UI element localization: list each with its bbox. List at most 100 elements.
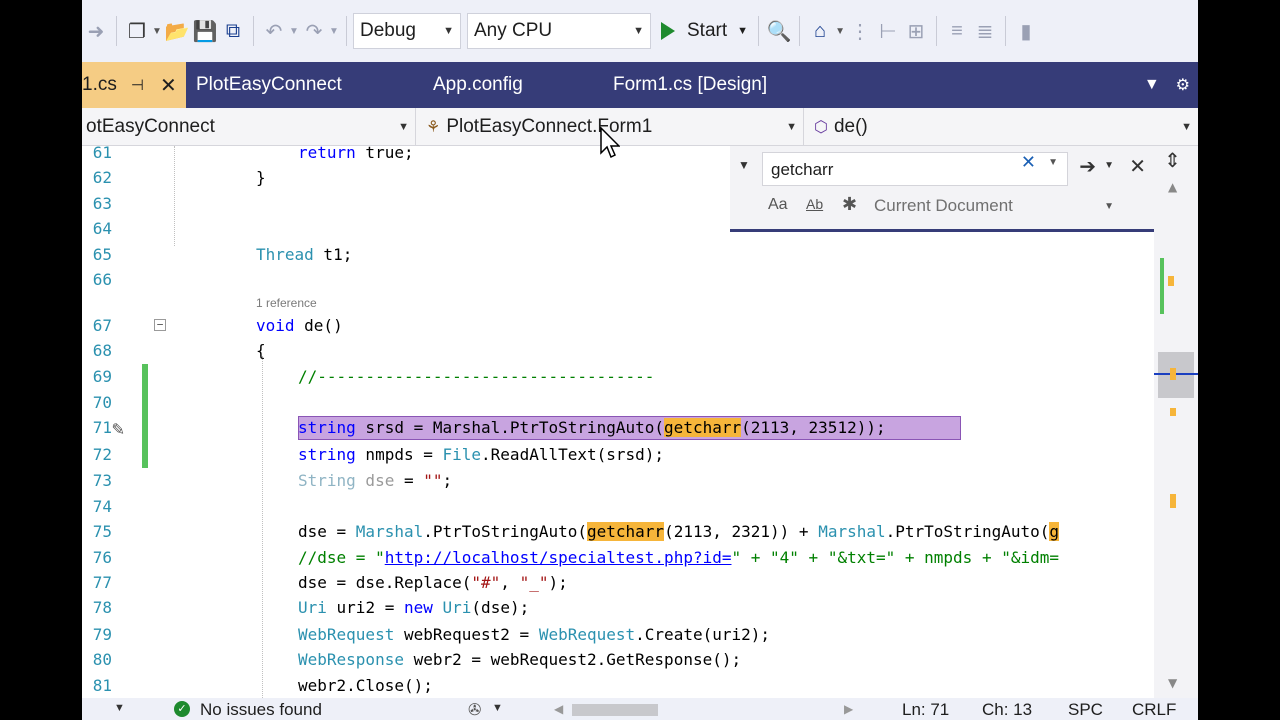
align-left-icon[interactable]: ⊢: [874, 16, 902, 46]
save-icon[interactable]: 💾: [191, 16, 219, 46]
regex-icon[interactable]: ✱: [842, 194, 857, 215]
whole-word-toggle[interactable]: Ab: [806, 196, 823, 212]
new-item-icon[interactable]: ❐: [123, 16, 151, 46]
code-text: =: [394, 471, 424, 490]
scroll-down-icon[interactable]: ▼: [1168, 676, 1177, 690]
find-in-files-icon[interactable]: 🔍: [765, 16, 793, 46]
search-history-dropdown[interactable]: ▼: [1048, 157, 1058, 168]
chevron-down-icon[interactable]: ▼: [151, 26, 163, 37]
navigate-forward-icon[interactable]: ➜: [82, 16, 110, 46]
undo-icon[interactable]: ↶: [260, 16, 288, 46]
check-icon: ✓: [174, 701, 190, 717]
browser-link-icon[interactable]: ⌂: [806, 16, 834, 46]
line-number: 75: [92, 522, 112, 541]
chevron-down-icon[interactable]: ▼: [328, 26, 340, 37]
solution-platform-dropdown[interactable]: Any CPU ▼: [467, 13, 651, 49]
type-name: WebRequest: [298, 625, 395, 644]
scroll-left-icon[interactable]: ◀: [554, 702, 563, 716]
code-line-77: dse = dse.Replace("#", "_");: [298, 570, 568, 595]
search-scope-dropdown[interactable]: Current Document: [874, 196, 1013, 216]
code-text: .Create(uri2);: [635, 625, 771, 644]
keyword: string: [298, 418, 356, 437]
split-editor-icon[interactable]: ⇕: [1164, 148, 1181, 172]
tab-app-config[interactable]: App.config: [423, 62, 603, 108]
issues-status[interactable]: No issues found: [200, 700, 322, 720]
horizontal-scroll-thumb[interactable]: [572, 704, 658, 716]
chevron-down-icon[interactable]: ▼: [288, 26, 300, 37]
tab-form1-design[interactable]: Form1.cs [Design]: [603, 62, 843, 108]
code-text: (2113, 2321)) +: [664, 522, 819, 541]
tab-form1-cs[interactable]: 1.cs ⊣ ✕: [82, 62, 186, 108]
chevron-down-icon[interactable]: ▼: [1104, 201, 1114, 212]
code-text: .PtrToStringAuto(: [885, 522, 1050, 541]
code-line-65: Thread t1;: [256, 242, 352, 267]
search-overview-marker: [1168, 276, 1174, 286]
line-number: 72: [92, 445, 112, 464]
code-line-69: //-----------------------------------: [298, 364, 654, 389]
zoom-dropdown[interactable]: ▼: [114, 702, 125, 714]
start-label: Start: [687, 20, 728, 41]
line-ending-mode[interactable]: CRLF: [1132, 700, 1176, 720]
close-icon[interactable]: ✕: [1129, 154, 1146, 179]
line-number: 73: [92, 471, 112, 490]
toolbar-separator: [253, 16, 254, 46]
toggle-replace-icon[interactable]: ▼: [738, 158, 750, 172]
scroll-right-icon[interactable]: ▶: [844, 702, 853, 716]
code-line-75: dse = Marshal.PtrToStringAuto(getcharr(2…: [298, 519, 1060, 544]
match-case-toggle[interactable]: Aa: [768, 196, 788, 214]
save-all-icon[interactable]: ⧉: [219, 16, 247, 46]
quick-actions-icon[interactable]: ✎: [112, 416, 124, 440]
scroll-thumb[interactable]: [1158, 352, 1194, 398]
redo-icon[interactable]: ↷: [300, 16, 328, 46]
start-debugging-button[interactable]: Start ▼: [657, 20, 752, 42]
gear-icon[interactable]: ⚙: [1168, 62, 1198, 108]
toolbar-separator: [1005, 16, 1007, 46]
pin-icon[interactable]: ⊣: [131, 76, 144, 94]
line-number: 81: [92, 676, 112, 695]
find-options-dropdown[interactable]: ▼: [1104, 160, 1114, 171]
type-name: WebRequest: [538, 625, 636, 644]
comment-out-icon[interactable]: ≡: [943, 16, 971, 46]
code-text: nmpds =: [355, 445, 443, 464]
code-text: dse = dse.Replace(: [298, 573, 472, 592]
uncomment-icon[interactable]: ≣: [971, 16, 999, 46]
collapse-region-icon[interactable]: −: [154, 319, 166, 331]
align-center-icon[interactable]: ⊞: [902, 16, 930, 46]
bookmark-icon[interactable]: ▮: [1012, 16, 1040, 46]
line-number: 70: [92, 393, 112, 412]
chevron-down-icon[interactable]: ▼: [834, 26, 846, 37]
code-cleanup-icon[interactable]: ✇: [468, 700, 481, 720]
codelens-references[interactable]: 1 reference: [256, 296, 317, 310]
change-marker: [142, 364, 148, 468]
line-number: 79: [92, 625, 112, 644]
code-text: srsd = Marshal.PtrToStringAuto(: [355, 418, 665, 437]
codelens-label: 1 reference: [256, 296, 317, 310]
type-name: WebResponse: [298, 650, 404, 669]
chevron-down-icon[interactable]: ▼: [492, 702, 503, 714]
member-name: de(): [833, 115, 868, 137]
find-next-icon[interactable]: ➔: [1079, 154, 1096, 179]
scroll-up-icon[interactable]: ▲: [1168, 180, 1177, 194]
document-tab-bar: 1.cs ⊣ ✕ PlotEasyConnect App.config Form…: [82, 62, 1198, 108]
whole-word-label: Ab: [806, 196, 824, 212]
code-text: }: [256, 168, 266, 187]
tab-overflow-dropdown[interactable]: ▼: [1136, 62, 1168, 108]
code-line-73: String dse = "";: [298, 468, 452, 493]
solution-configuration-dropdown[interactable]: Debug ▼: [353, 13, 461, 49]
code-text: uri2 =: [326, 598, 404, 617]
indent-guide: [262, 356, 263, 698]
open-folder-icon[interactable]: 📂: [163, 16, 191, 46]
chevron-down-icon[interactable]: ▼: [737, 25, 748, 37]
vertical-scrollbar[interactable]: ⇕ ▲ ▼: [1154, 146, 1198, 698]
code-text: {: [256, 341, 266, 360]
clear-search-icon[interactable]: ✕: [1021, 152, 1036, 173]
project-name: otEasyConnect: [86, 115, 215, 137]
comment: //dse = ": [298, 548, 385, 567]
member-dropdown[interactable]: ⬡ de() ▼: [804, 108, 1198, 145]
comment-link[interactable]: http://localhost/specialtest.php?id=: [385, 548, 732, 567]
chevron-down-icon: ▼: [1181, 120, 1192, 133]
close-icon[interactable]: ✕: [160, 73, 177, 98]
whitespace-mode[interactable]: SPC: [1068, 700, 1103, 720]
tab-ploteasyconnect[interactable]: PlotEasyConnect: [186, 62, 423, 108]
line-label: Ln: 71: [902, 700, 950, 719]
